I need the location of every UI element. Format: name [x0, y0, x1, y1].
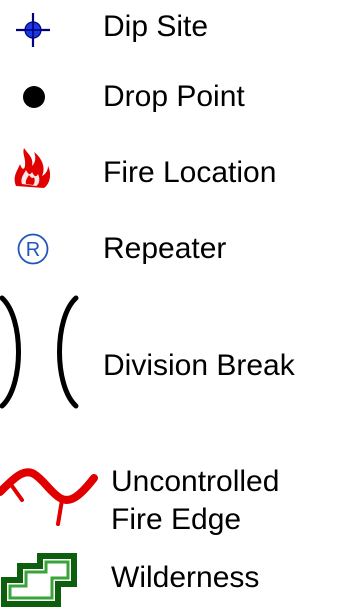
uncontrolled-fire-edge-icon — [0, 448, 98, 538]
legend-item-wilderness: Wilderness — [0, 548, 360, 613]
legend-item-drop-point: Drop Point — [0, 72, 360, 122]
filled-circle-icon — [21, 84, 47, 110]
legend-label-division-break: Division Break — [103, 349, 295, 382]
legend-item-repeater: R Repeater — [0, 222, 360, 272]
legend-label-wilderness: Wilderness — [111, 561, 260, 594]
legend-label-dip-site: Dip Site — [103, 10, 209, 43]
legend-label-repeater: Repeater — [103, 232, 227, 265]
registered-circle-icon: R — [16, 232, 50, 266]
division-break-icon — [0, 292, 80, 412]
legend-item-dip-site: Dip Site — [0, 0, 360, 50]
svg-text:R: R — [26, 239, 40, 261]
legend-label-drop-point: Drop Point — [103, 80, 245, 113]
wilderness-boundary-icon — [0, 552, 80, 608]
legend-label-uncontrolled-line1: Uncontrolled — [111, 465, 280, 498]
legend-label-uncontrolled-line2: Fire Edge — [111, 503, 242, 536]
fire-icon — [10, 146, 54, 190]
crosshair-circle-icon — [14, 11, 52, 49]
legend-item-uncontrolled-fire-edge: Uncontrolled Fire Edge — [0, 448, 360, 538]
legend-item-division-break: Division Break — [0, 292, 360, 412]
map-legend: Dip Site Drop Point Fire Location R Repe… — [0, 0, 360, 613]
legend-item-fire-location: Fire Location — [0, 140, 360, 192]
legend-label-fire-location: Fire Location — [103, 156, 277, 189]
